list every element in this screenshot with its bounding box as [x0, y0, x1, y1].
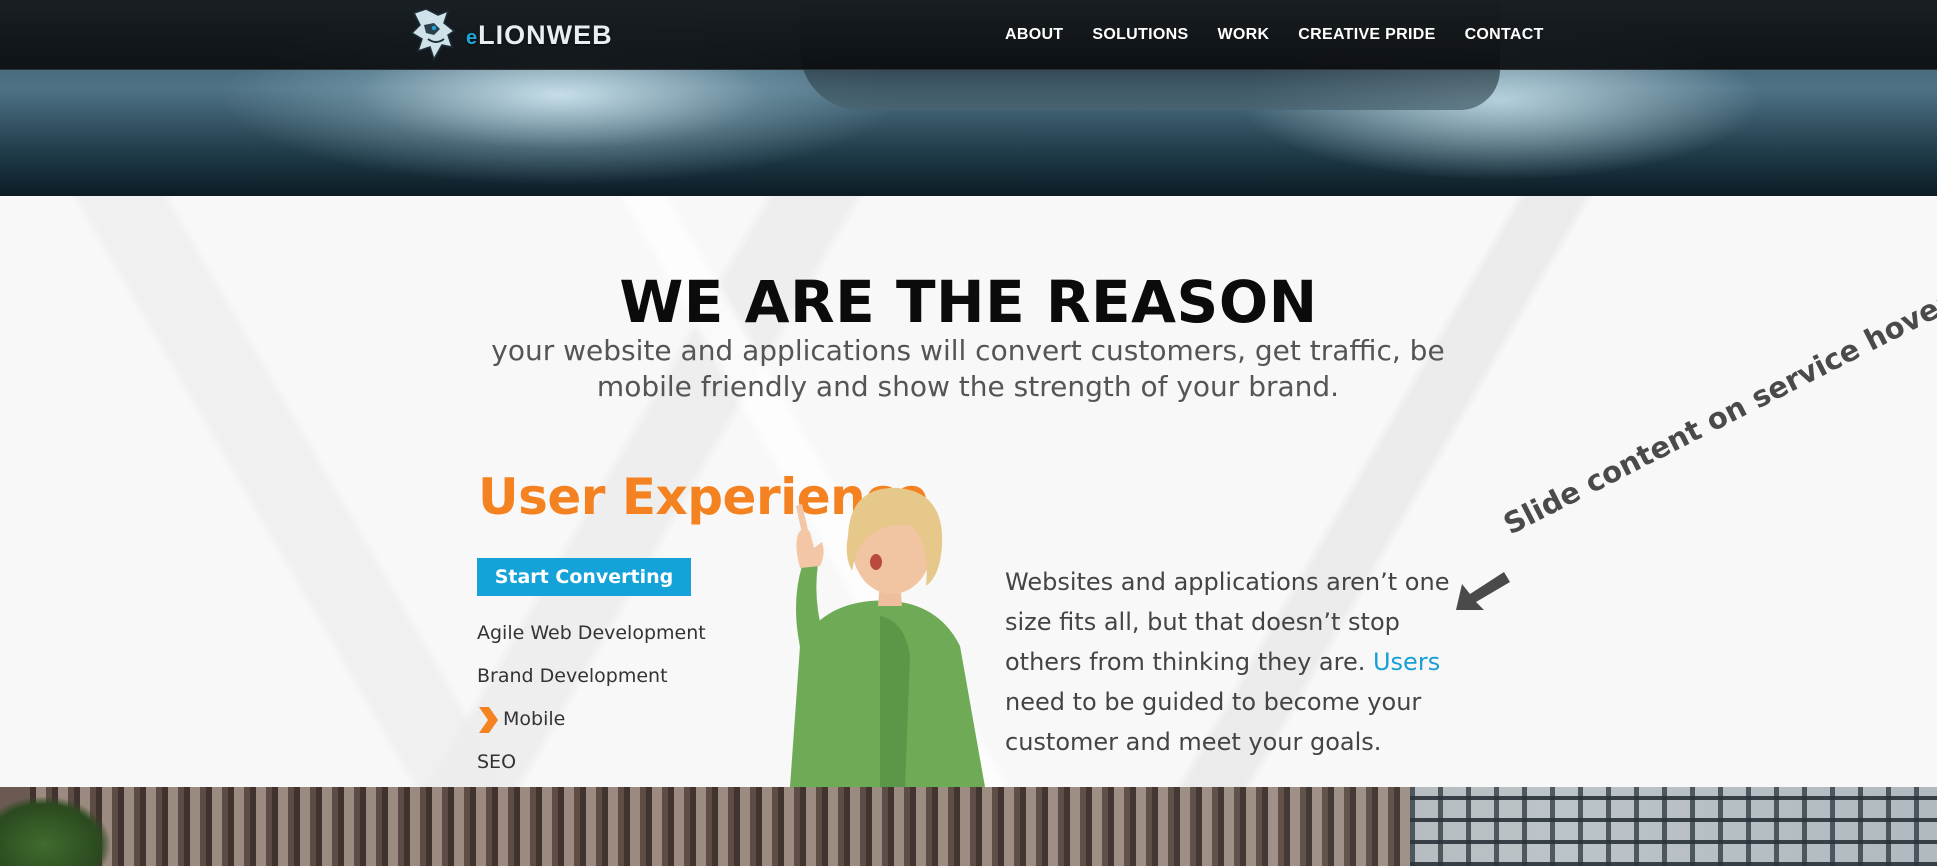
- main-nav: ABOUT SOLUTIONS WORK CREATIVE PRIDE CONT…: [1005, 0, 1544, 70]
- section-headline: WE ARE THE REASON: [619, 268, 1318, 336]
- nav-contact[interactable]: CONTACT: [1465, 26, 1544, 44]
- site-logo[interactable]: eLIONWEB: [404, 4, 664, 66]
- logo-wordmark: eLIONWEB: [466, 19, 613, 50]
- service-list: Agile Web Development Brand Development …: [477, 612, 706, 784]
- service-description: Websites and applications aren’t one siz…: [1005, 562, 1465, 762]
- nav-solutions[interactable]: SOLUTIONS: [1092, 26, 1188, 44]
- service-item-label: Agile Web Development: [477, 622, 706, 644]
- lion-head-icon: [410, 8, 456, 61]
- nav-about[interactable]: ABOUT: [1005, 26, 1063, 44]
- tree: [0, 797, 110, 866]
- arrow-pointer-icon: [1456, 572, 1510, 610]
- building-slats: [30, 787, 1410, 866]
- service-item-mobile[interactable]: Mobile: [477, 698, 706, 741]
- description-text: need to be guided to become your custome…: [1005, 688, 1422, 756]
- service-item-label: Brand Development: [477, 665, 668, 687]
- chevron-right-icon: [479, 706, 498, 733]
- users-link[interactable]: Users: [1373, 648, 1440, 676]
- start-converting-button[interactable]: Start Converting: [477, 558, 691, 596]
- service-item-agile-web-development[interactable]: Agile Web Development: [477, 612, 706, 655]
- service-item-label: Mobile: [503, 708, 566, 730]
- nav-creative-pride[interactable]: CREATIVE PRIDE: [1298, 26, 1435, 44]
- services-section: WE ARE THE REASON your website and appli…: [0, 196, 1937, 787]
- service-item-brand-development[interactable]: Brand Development: [477, 655, 706, 698]
- section-subhead: your website and applications will conve…: [491, 334, 1445, 403]
- nav-work[interactable]: WORK: [1217, 26, 1269, 44]
- service-item-seo[interactable]: SEO: [477, 741, 706, 784]
- office-building: [1410, 787, 1937, 866]
- top-navigation-bar: eLIONWEB ABOUT SOLUTIONS WORK CREATIVE P…: [0, 0, 1937, 70]
- service-item-label: SEO: [477, 751, 517, 773]
- footer-banner-image: [0, 787, 1937, 866]
- pointing-woman-image: [790, 487, 985, 787]
- hero-banner: eLIONWEB ABOUT SOLUTIONS WORK CREATIVE P…: [0, 0, 1937, 196]
